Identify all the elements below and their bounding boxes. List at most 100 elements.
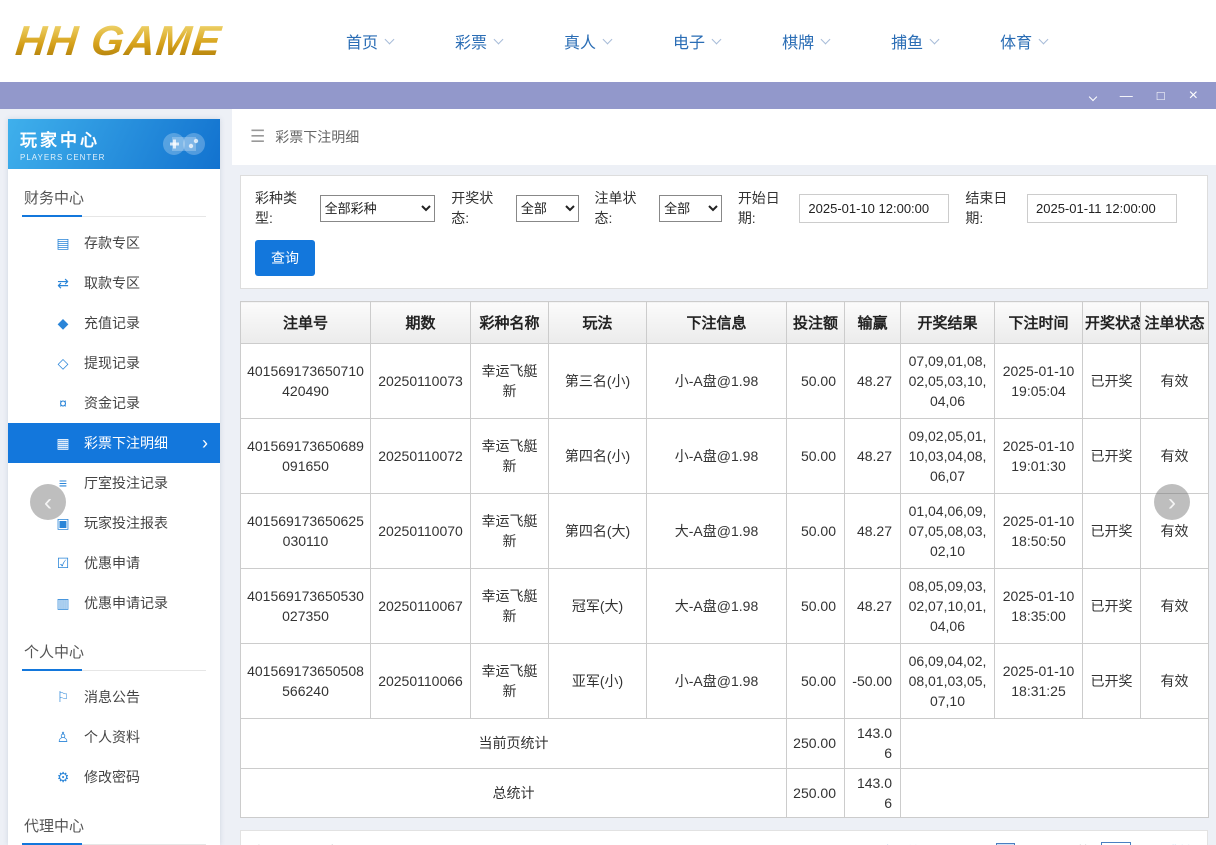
sidebar-item-funds[interactable]: ¤资金记录 <box>8 383 220 423</box>
column-header: 开奖状态 <box>1083 302 1141 344</box>
carousel-next-button[interactable]: › <box>1154 484 1190 520</box>
section-heading-label: 财务中心 <box>24 190 84 207</box>
nav-item-6[interactable]: 捕鱼 <box>891 29 938 53</box>
cell-bet-info: 大-A盘@1.98 <box>647 494 787 569</box>
bet-detail-icon: ▦ <box>54 435 72 452</box>
cell-bet-time: 2025-01-10 19:05:04 <box>995 344 1083 419</box>
chevron-down-icon <box>603 34 613 44</box>
nav-item-7[interactable]: 体育 <box>1000 29 1047 53</box>
sidebar-item-label: 优惠申请 <box>84 553 140 573</box>
query-button[interactable]: 查询 <box>255 240 315 276</box>
withdraw-icon: ⇄ <box>54 275 72 292</box>
summary-win-loss: 143.06 <box>845 768 901 818</box>
sidebar-item-notice[interactable]: ⚐消息公告 <box>8 677 220 717</box>
draw-status-select[interactable]: 全部 <box>516 195 579 222</box>
cell-bet-info: 小-A盘@1.98 <box>647 344 787 419</box>
window-dropdown-icon[interactable] <box>1090 89 1096 102</box>
cell-win-loss: 48.27 <box>845 344 901 419</box>
bet-status-select[interactable]: 全部 <box>659 195 722 222</box>
sidebar-item-label: 个人资料 <box>84 727 140 747</box>
brand-logo[interactable]: HH GAME <box>13 17 308 65</box>
chevron-down-icon <box>821 34 831 44</box>
sidebar-item-password[interactable]: ⚙ 修改密码 <box>8 757 220 797</box>
summary-label: 当前页统计 <box>241 719 787 769</box>
sidebar-item-promo[interactable]: ☑优惠申请 <box>8 543 220 583</box>
cell-result: 01,04,06,09,07,05,08,03,02,10 <box>901 494 995 569</box>
nav-item-2[interactable]: 彩票 <box>455 29 502 53</box>
sidebar-item-promo_record[interactable]: ▥优惠申请记录 <box>8 583 220 623</box>
page-title: 彩票下注明细 <box>275 127 359 147</box>
cell-bet-no: 401569173650710420490 <box>241 344 371 419</box>
summary-empty-cell <box>901 768 1209 818</box>
funds-icon: ¤ <box>54 395 72 411</box>
chevron-down-icon <box>930 34 940 44</box>
sidebar-item-profile[interactable]: ♙个人资料 <box>8 717 220 757</box>
column-header: 开奖结果 <box>901 302 995 344</box>
cell-lottery: 幸运飞艇新 <box>471 569 549 644</box>
summary-row: 总统计250.00143.06 <box>241 768 1209 818</box>
sidebar-item-label: 修改密码 <box>84 767 140 787</box>
sidebar-subtitle: PLAYERS CENTER <box>20 153 105 162</box>
sidebar-item-withdraw[interactable]: ⇄取款专区 <box>8 263 220 303</box>
sidebar-header-text: 玩家中心 PLAYERS CENTER <box>20 126 105 162</box>
sidebar-item-recharge[interactable]: ◆充值记录 <box>8 303 220 343</box>
sidebar-title: 玩家中心 <box>20 126 105 151</box>
table-row: 40156917365053002735020250110067幸运飞艇新冠军(… <box>241 569 1209 644</box>
cell-bet-status: 有效 <box>1141 644 1209 719</box>
end-date-input[interactable] <box>1027 194 1177 223</box>
lottery-type-select[interactable]: 全部彩种 <box>320 195 436 222</box>
menu-icon[interactable]: ☰ <box>250 127 265 147</box>
nav-item-4[interactable]: 电子 <box>673 29 720 53</box>
cell-play: 第四名(大) <box>549 494 647 569</box>
window-maximize-icon[interactable]: □ <box>1157 89 1165 102</box>
window-minimize-icon[interactable]: — <box>1120 89 1133 102</box>
end-date-group: 结束日期: <box>965 188 1177 228</box>
gamepad-icon <box>160 129 208 159</box>
site-header: HH GAME 首页 彩票 真人 电子 棋牌 捕鱼 体育 <box>0 0 1216 82</box>
start-date-group: 开始日期: <box>738 188 950 228</box>
cell-draw-status: 已开奖 <box>1083 644 1141 719</box>
cell-result: 08,05,09,03,02,07,10,01,04,06 <box>901 569 995 644</box>
cell-bet-time: 2025-01-10 18:50:50 <box>995 494 1083 569</box>
section-heading: 个人中心 <box>22 631 206 671</box>
section-heading: 财务中心 <box>22 177 206 217</box>
chevron-down-icon <box>1039 34 1049 44</box>
bet-status-group: 注单状态: 全部 <box>595 188 722 228</box>
summary-empty-cell <box>901 719 1209 769</box>
window-titlebar: — □ × <box>0 82 1216 109</box>
cell-bet-info: 大-A盘@1.98 <box>647 569 787 644</box>
table-row: 40156917365068909165020250110072幸运飞艇新第四名… <box>241 419 1209 494</box>
app-window: HH GAME 首页 彩票 真人 电子 棋牌 捕鱼 体育 — □ × 玩家中心 PLAYER… <box>0 0 1216 845</box>
nav-item-label: 体育 <box>1000 29 1032 53</box>
cell-bet-no: 401569173650689091650 <box>241 419 371 494</box>
filter-panel: 彩种类型: 全部彩种 开奖状态: 全部 注单状态: 全部 开始日期: <box>240 175 1208 289</box>
password-icon: ⚙ <box>54 769 72 786</box>
cell-amount: 50.00 <box>787 419 845 494</box>
summary-label: 总统计 <box>241 768 787 818</box>
pagination-bar: 每页显示20条 共5条 首页 上一页 1 下一页 第 页 跳转 <box>240 830 1208 845</box>
cell-amount: 50.00 <box>787 569 845 644</box>
section-heading-label: 个人中心 <box>24 644 84 661</box>
sidebar-item-bet_detail[interactable]: ▦ 彩票下注明细 › <box>8 423 220 463</box>
start-date-input[interactable] <box>799 194 949 223</box>
cell-lottery: 幸运飞艇新 <box>471 494 549 569</box>
column-header: 下注信息 <box>647 302 787 344</box>
window-close-icon[interactable]: × <box>1189 88 1198 104</box>
sidebar: 玩家中心 PLAYERS CENTER 财务中心 ▤存款专区⇄取款专区◆充值记录◇… <box>8 119 220 845</box>
cell-play: 第四名(小) <box>549 419 647 494</box>
sidebar-item-label: 彩票下注明细 <box>84 433 168 453</box>
sidebar-item-cashout[interactable]: ◇提现记录 <box>8 343 220 383</box>
nav-item-1[interactable]: 首页 <box>346 29 393 53</box>
cell-draw-status: 已开奖 <box>1083 344 1141 419</box>
cell-result: 09,02,05,01,10,03,04,08,06,07 <box>901 419 995 494</box>
cell-bet-info: 小-A盘@1.98 <box>647 419 787 494</box>
lottery-type-group: 彩种类型: 全部彩种 <box>255 188 435 228</box>
cell-amount: 50.00 <box>787 644 845 719</box>
nav-item-5[interactable]: 棋牌 <box>782 29 829 53</box>
sidebar-item-deposit[interactable]: ▤存款专区 <box>8 223 220 263</box>
chevron-right-icon: › <box>202 433 208 454</box>
nav-item-3[interactable]: 真人 <box>564 29 611 53</box>
carousel-prev-button[interactable]: ‹ <box>30 484 66 520</box>
column-header: 输赢 <box>845 302 901 344</box>
filter-row: 彩种类型: 全部彩种 开奖状态: 全部 注单状态: 全部 开始日期: <box>255 188 1193 228</box>
